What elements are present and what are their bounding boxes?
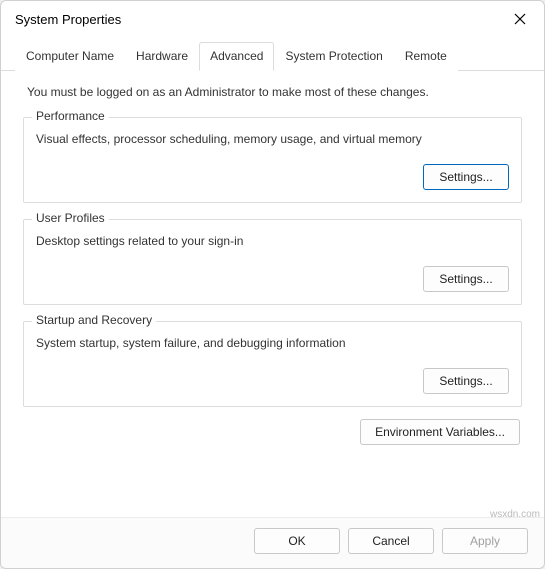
performance-group: Performance Visual effects, processor sc… — [23, 117, 522, 203]
close-button[interactable] — [506, 5, 534, 33]
tab-advanced[interactable]: Advanced — [199, 42, 274, 71]
titlebar: System Properties — [1, 1, 544, 37]
tab-hardware[interactable]: Hardware — [125, 42, 199, 71]
advanced-tab-panel: You must be logged on as an Administrato… — [1, 71, 544, 517]
startup-recovery-desc: System startup, system failure, and debu… — [36, 336, 509, 350]
env-vars-row: Environment Variables... — [19, 417, 526, 449]
user-profiles-button-row: Settings... — [36, 266, 509, 292]
apply-button[interactable]: Apply — [442, 528, 528, 554]
user-profiles-group: User Profiles Desktop settings related t… — [23, 219, 522, 305]
cancel-button[interactable]: Cancel — [348, 528, 434, 554]
close-icon — [514, 13, 526, 25]
performance-settings-button[interactable]: Settings... — [423, 164, 509, 190]
user-profiles-desc: Desktop settings related to your sign-in — [36, 234, 509, 248]
performance-desc: Visual effects, processor scheduling, me… — [36, 132, 509, 146]
tab-computer-name[interactable]: Computer Name — [15, 42, 125, 71]
dialog-button-bar: OK Cancel Apply — [1, 517, 544, 568]
system-properties-window: System Properties Computer Name Hardware… — [0, 0, 545, 569]
admin-notice-text: You must be logged on as an Administrato… — [19, 85, 526, 99]
performance-legend: Performance — [32, 109, 109, 123]
startup-recovery-group: Startup and Recovery System startup, sys… — [23, 321, 522, 407]
tab-system-protection[interactable]: System Protection — [274, 42, 393, 71]
tabstrip: Computer Name Hardware Advanced System P… — [1, 41, 544, 71]
ok-button[interactable]: OK — [254, 528, 340, 554]
user-profiles-legend: User Profiles — [32, 211, 109, 225]
user-profiles-settings-button[interactable]: Settings... — [423, 266, 509, 292]
environment-variables-button[interactable]: Environment Variables... — [360, 419, 520, 445]
startup-recovery-settings-button[interactable]: Settings... — [423, 368, 509, 394]
window-title: System Properties — [15, 12, 121, 27]
startup-recovery-button-row: Settings... — [36, 368, 509, 394]
performance-button-row: Settings... — [36, 164, 509, 190]
tab-remote[interactable]: Remote — [394, 42, 458, 71]
startup-recovery-legend: Startup and Recovery — [32, 313, 156, 327]
